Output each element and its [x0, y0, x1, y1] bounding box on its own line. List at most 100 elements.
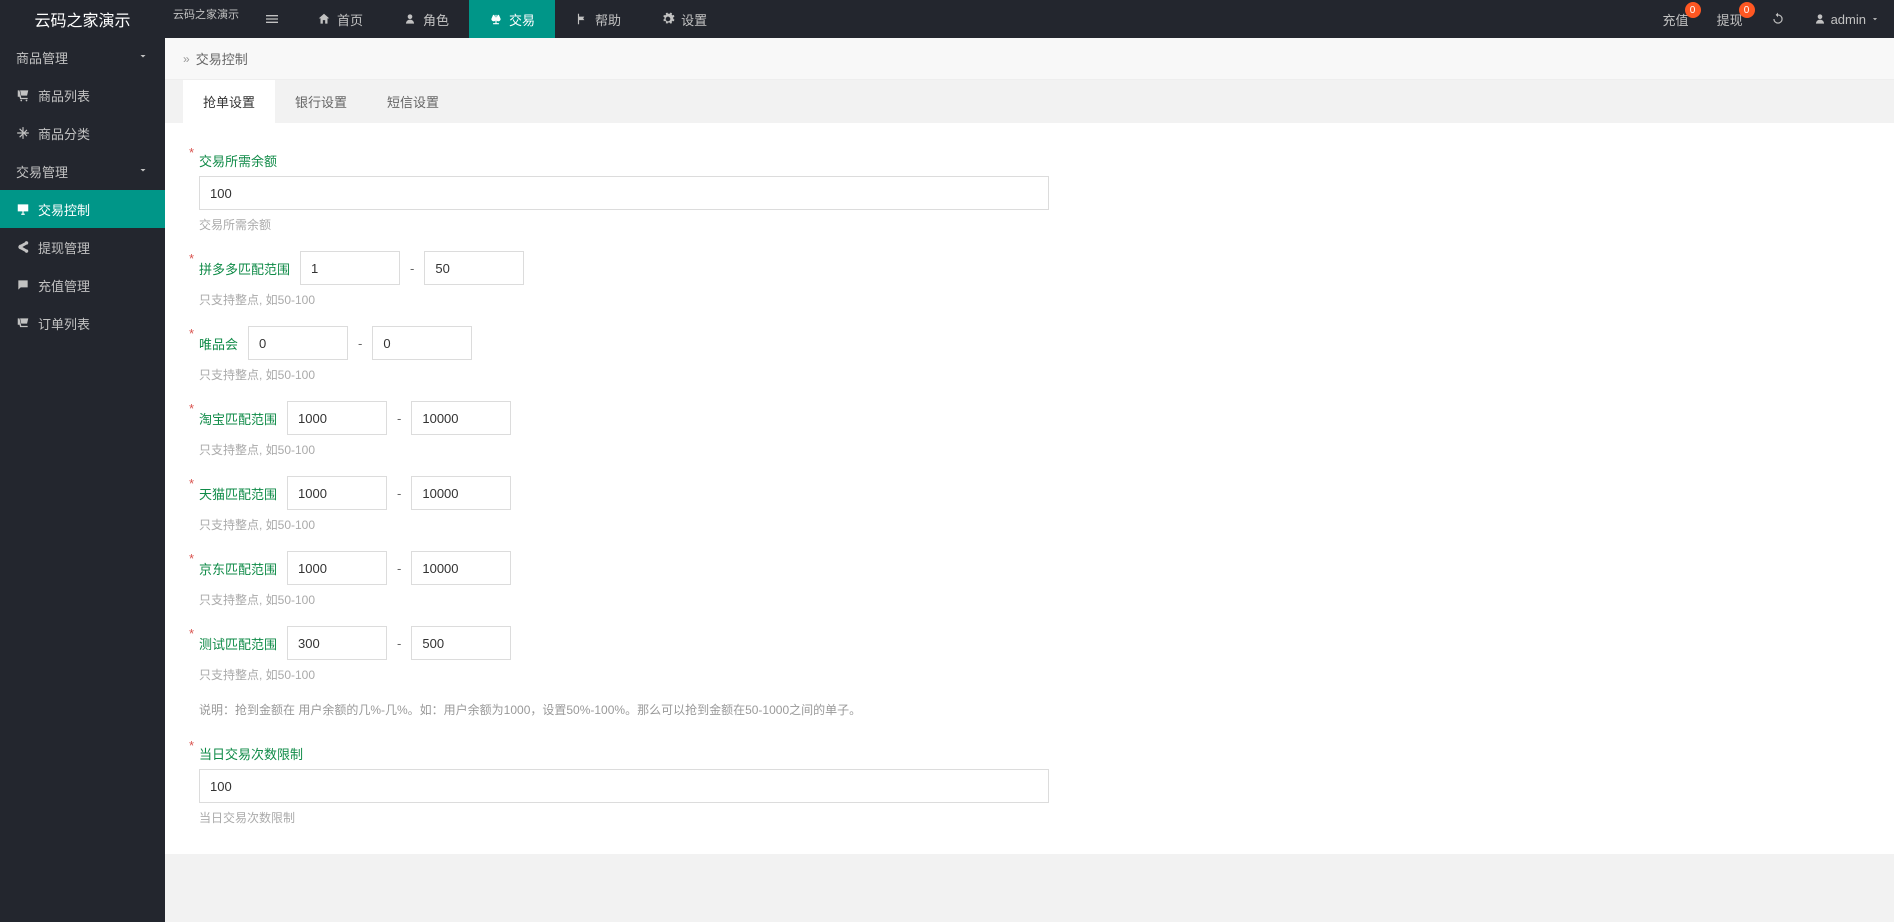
pdd-label: 拼多多匹配范围: [199, 259, 290, 278]
jd-min-input[interactable]: [287, 551, 387, 585]
pdd-max-input[interactable]: [424, 251, 524, 285]
range-separator: -: [397, 411, 401, 426]
nav-help-label: 帮助: [595, 10, 621, 29]
nav-home-label: 首页: [337, 10, 363, 29]
jd-max-input[interactable]: [411, 551, 511, 585]
sidebar-product-mgmt[interactable]: 商品管理: [0, 38, 165, 76]
chevron-down-icon: [1870, 14, 1880, 24]
pdd-min-input[interactable]: [300, 251, 400, 285]
sidebar-order-list[interactable]: 订单列表: [0, 304, 165, 342]
header-withdraw[interactable]: 提现 0: [1703, 0, 1757, 38]
taobao-max-input[interactable]: [411, 401, 511, 435]
range-separator: -: [397, 636, 401, 651]
sidebar-order-list-label: 订单列表: [38, 314, 90, 333]
main: » 交易控制 抢单设置 银行设置 短信设置 交易所需余额 交易所需余额 拼多多匹…: [165, 38, 1894, 922]
balance-label: 交易所需余额: [199, 151, 277, 170]
field-pdd: 拼多多匹配范围 - 只支持整点, 如50-100: [199, 251, 1860, 308]
sidebar-product-cat[interactable]: 商品分类: [0, 114, 165, 152]
tab-sms[interactable]: 短信设置: [367, 80, 459, 123]
balance-hint: 交易所需余额: [199, 216, 1860, 233]
form-panel: 交易所需余额 交易所需余额 拼多多匹配范围 - 只支持整点, 如50-100: [165, 123, 1894, 854]
scale-icon: [489, 12, 503, 26]
wph-max-input[interactable]: [372, 326, 472, 360]
range-separator: -: [397, 561, 401, 576]
range-separator: -: [358, 336, 362, 351]
logo: 云码之家演示: [0, 0, 165, 38]
test-label: 测试匹配范围: [199, 634, 277, 653]
snowflake-icon: [16, 126, 30, 140]
nav-settings-label: 设置: [681, 10, 707, 29]
header: 云码之家演示 云码之家演示 首页 角色 交易 帮助 设置 充值 0: [0, 0, 1894, 38]
test-min-input[interactable]: [287, 626, 387, 660]
test-max-input[interactable]: [411, 626, 511, 660]
share-icon: [16, 240, 30, 254]
breadcrumb-title: 交易控制: [196, 49, 248, 68]
home-icon: [317, 12, 331, 26]
monitor-icon: [16, 202, 30, 216]
nav-trade[interactable]: 交易: [469, 0, 555, 38]
flag-icon: [575, 12, 589, 26]
cart-icon: [16, 88, 30, 102]
nav-role-label: 角色: [423, 10, 449, 29]
field-daily-limit: 当日交易次数限制 当日交易次数限制: [199, 744, 1860, 826]
header-right: 充值 0 提现 0 admin: [1649, 0, 1894, 38]
range-separator: -: [397, 486, 401, 501]
tmall-max-input[interactable]: [411, 476, 511, 510]
nav-home[interactable]: 首页: [297, 0, 383, 38]
header-user[interactable]: admin: [1799, 0, 1894, 38]
field-balance: 交易所需余额 交易所需余额: [199, 151, 1860, 233]
field-taobao: 淘宝匹配范围 - 只支持整点, 如50-100: [199, 401, 1860, 458]
tabs: 抢单设置 银行设置 短信设置: [165, 80, 1894, 123]
field-jd: 京东匹配范围 - 只支持整点, 如50-100: [199, 551, 1860, 608]
nav-settings[interactable]: 设置: [641, 0, 727, 38]
sidebar-withdraw-mgmt-label: 提现管理: [38, 238, 90, 257]
top-nav: 首页 角色 交易 帮助 设置: [297, 0, 1649, 38]
sidebar-trade-ctrl[interactable]: 交易控制: [0, 190, 165, 228]
sidebar-product-list-label: 商品列表: [38, 86, 90, 105]
sidebar-product-list[interactable]: 商品列表: [0, 76, 165, 114]
cart2-icon: [16, 316, 30, 330]
user-icon: [403, 12, 417, 26]
sidebar-withdraw-mgmt[interactable]: 提现管理: [0, 228, 165, 266]
jd-label: 京东匹配范围: [199, 559, 277, 578]
refresh-icon: [1771, 12, 1785, 26]
taobao-min-input[interactable]: [287, 401, 387, 435]
withdraw-badge: 0: [1739, 2, 1755, 18]
daily-limit-label: 当日交易次数限制: [199, 744, 303, 763]
gear-icon: [661, 12, 675, 26]
balance-input[interactable]: [199, 176, 1049, 210]
chevron-down-icon: [137, 164, 149, 176]
daily-limit-input[interactable]: [199, 769, 1049, 803]
header-recharge[interactable]: 充值 0: [1649, 0, 1703, 38]
taobao-hint: 只支持整点, 如50-100: [199, 441, 1860, 458]
chat-icon: [16, 278, 30, 292]
field-wph: 唯品会 - 只支持整点, 如50-100: [199, 326, 1860, 383]
jd-hint: 只支持整点, 如50-100: [199, 591, 1860, 608]
field-test: 测试匹配范围 - 只支持整点, 如50-100: [199, 626, 1860, 683]
recharge-badge: 0: [1685, 2, 1701, 18]
sidebar-product-mgmt-label: 商品管理: [16, 48, 68, 67]
sidebar-recharge-mgmt[interactable]: 充值管理: [0, 266, 165, 304]
nav-role[interactable]: 角色: [383, 0, 469, 38]
wph-hint: 只支持整点, 如50-100: [199, 366, 1860, 383]
nav-help[interactable]: 帮助: [555, 0, 641, 38]
user-avatar-icon: [1813, 12, 1827, 26]
tab-bank[interactable]: 银行设置: [275, 80, 367, 123]
tmall-hint: 只支持整点, 如50-100: [199, 516, 1860, 533]
sidebar-trade-mgmt[interactable]: 交易管理: [0, 152, 165, 190]
tab-grab[interactable]: 抢单设置: [183, 80, 275, 123]
sidebar-trade-ctrl-label: 交易控制: [38, 200, 90, 219]
logo-subtitle: 云码之家演示: [165, 0, 247, 38]
sidebar-recharge-mgmt-label: 充值管理: [38, 276, 90, 295]
wph-label: 唯品会: [199, 334, 238, 353]
wph-min-input[interactable]: [248, 326, 348, 360]
container: 商品管理 商品列表 商品分类 交易管理 交易控制 提现管理 充值管理: [0, 38, 1894, 922]
sidebar-trade-mgmt-label: 交易管理: [16, 162, 68, 181]
daily-limit-hint: 当日交易次数限制: [199, 809, 1860, 826]
taobao-label: 淘宝匹配范围: [199, 409, 277, 428]
header-refresh[interactable]: [1757, 0, 1799, 38]
sidebar: 商品管理 商品列表 商品分类 交易管理 交易控制 提现管理 充值管理: [0, 38, 165, 922]
menu-toggle[interactable]: [247, 0, 297, 38]
pdd-hint: 只支持整点, 如50-100: [199, 291, 1860, 308]
tmall-min-input[interactable]: [287, 476, 387, 510]
